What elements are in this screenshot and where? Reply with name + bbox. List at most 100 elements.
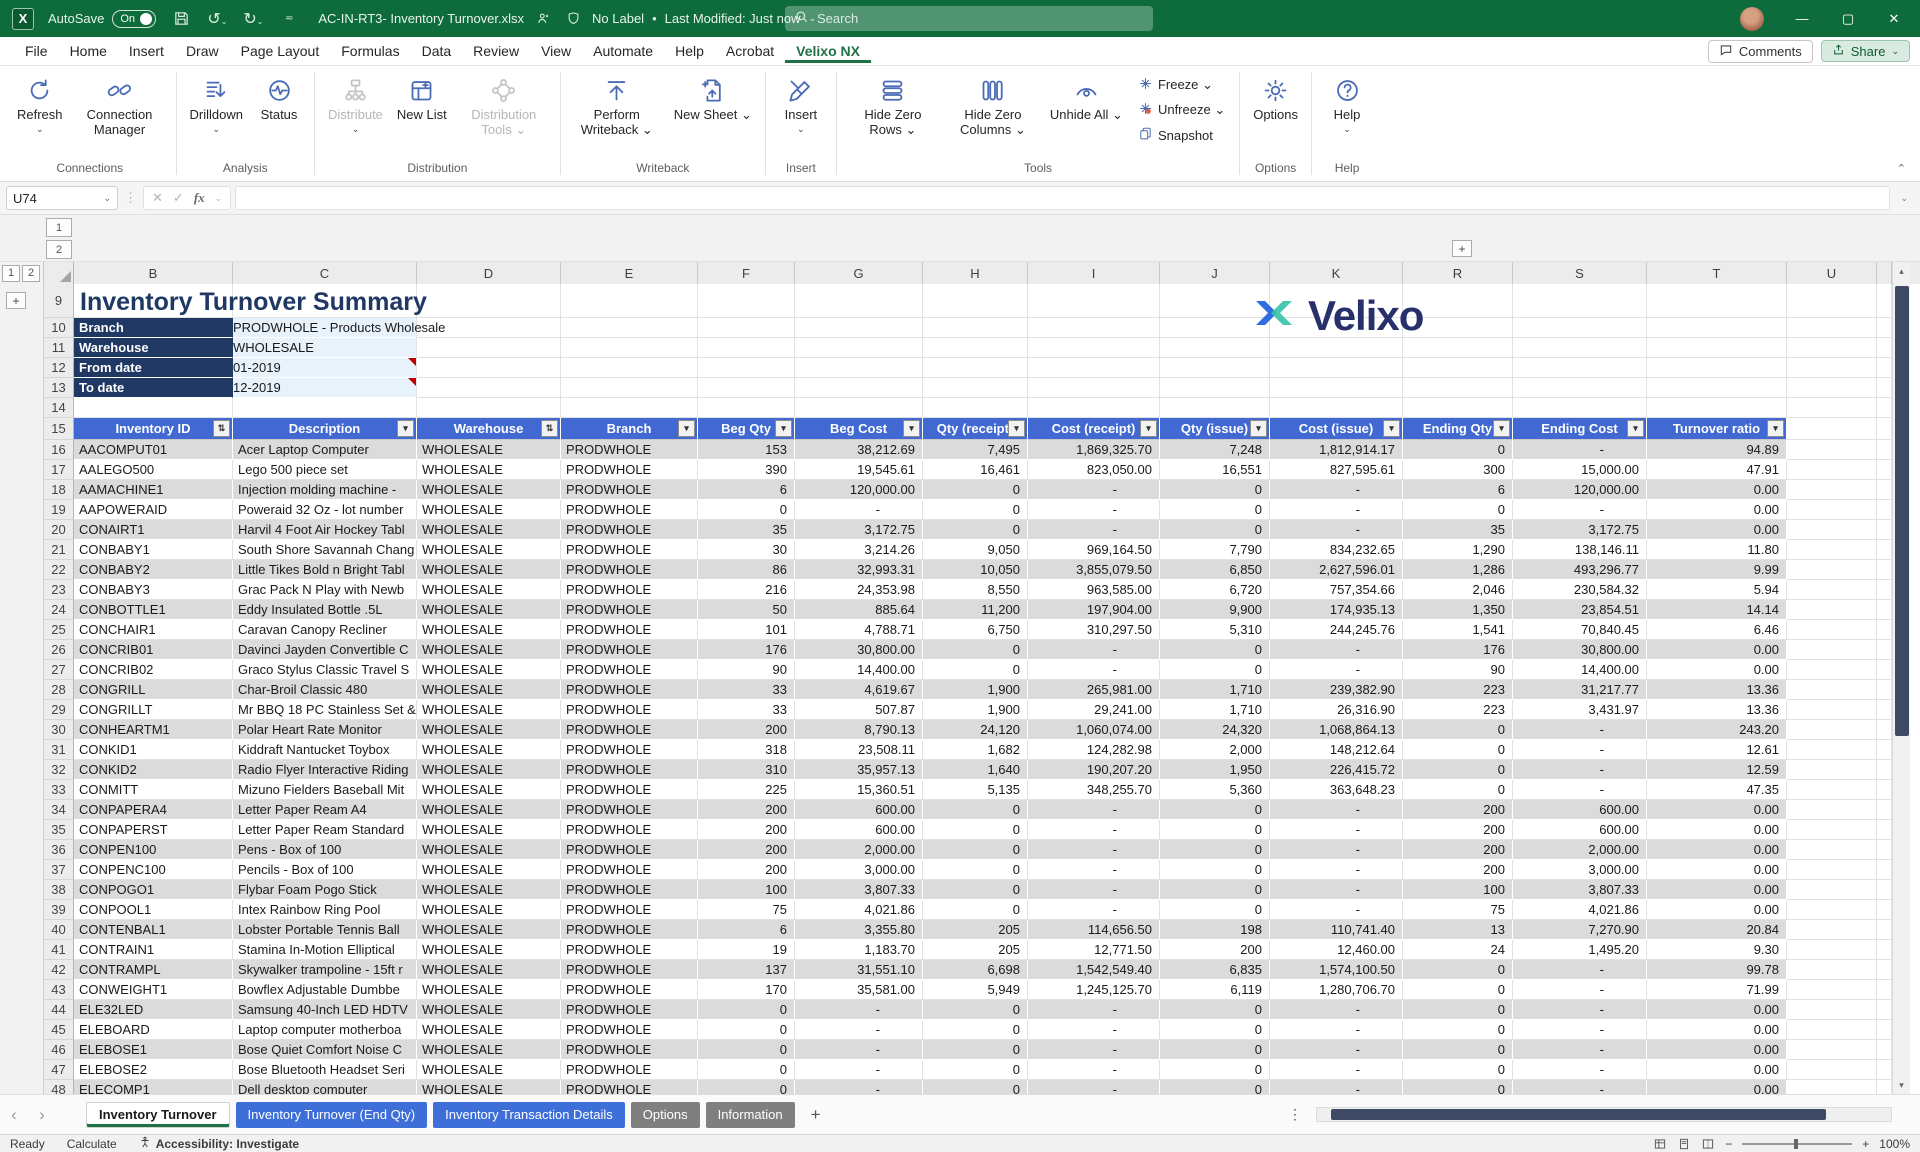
grid-cell[interactable]: 0 — [923, 1020, 1028, 1040]
grid-cell[interactable]: Pens - Box of 100 — [233, 840, 417, 860]
row-header-13[interactable]: 13 — [44, 378, 74, 398]
grid-cell[interactable]: 1,068,864.13 — [1270, 720, 1403, 740]
grid-cell[interactable]: Flybar Foam Pogo Stick — [233, 880, 417, 900]
grid-cell[interactable]: 5,360 — [1160, 780, 1270, 800]
grid-cell[interactable] — [1787, 560, 1877, 580]
grid-cell[interactable]: - — [1270, 880, 1403, 900]
grid-cell[interactable]: WHOLESALE — [417, 880, 561, 900]
ribbon-button-connection-manager[interactable]: Connection Manager — [70, 70, 170, 140]
table-header-qty-issue[interactable]: Qty (issue)▾ — [1160, 418, 1270, 440]
grid-cell[interactable]: - — [1513, 980, 1647, 1000]
grid-cell[interactable]: - — [1513, 720, 1647, 740]
grid-cell[interactable]: - — [1513, 1040, 1647, 1060]
table-header-branch[interactable]: Branch▾ — [561, 418, 698, 440]
grid-cell[interactable]: Stamina In-Motion Elliptical — [233, 940, 417, 960]
grid-cell[interactable]: - — [1028, 800, 1160, 820]
grid-cell[interactable] — [561, 284, 698, 318]
grid-cell[interactable]: 0 — [1160, 660, 1270, 680]
row-header-32[interactable]: 32 — [44, 760, 74, 780]
row-header-40[interactable]: 40 — [44, 920, 74, 940]
grid-cell[interactable]: 19 — [698, 940, 795, 960]
sheet-options-icon[interactable]: ⋮ — [1288, 1106, 1302, 1123]
grid-cell[interactable]: - — [1028, 900, 1160, 920]
grid-cell[interactable]: 1,950 — [1160, 760, 1270, 780]
grid-cell[interactable]: Letter Paper Ream Standard — [233, 820, 417, 840]
grid-cell[interactable] — [1647, 378, 1787, 398]
grid-cell[interactable]: 834,232.65 — [1270, 540, 1403, 560]
grid-cell[interactable]: PRODWHOLE — [561, 840, 698, 860]
table-header-cost-issue[interactable]: Cost (issue)▾ — [1270, 418, 1403, 440]
grid-cell[interactable]: CONPOOL1 — [74, 900, 233, 920]
grid-cell[interactable]: 757,354.66 — [1270, 580, 1403, 600]
row-header-28[interactable]: 28 — [44, 680, 74, 700]
grid-cell[interactable] — [795, 358, 923, 378]
grid-cell[interactable]: 223 — [1403, 680, 1513, 700]
grid-cell[interactable]: Laptop computer motherboa — [233, 1020, 417, 1040]
grid-cell[interactable]: 31,217.77 — [1513, 680, 1647, 700]
filter-button-branch[interactable]: ▾ — [678, 420, 695, 437]
grid-cell[interactable]: PRODWHOLE — [561, 440, 698, 460]
grid-cell[interactable] — [1787, 880, 1877, 900]
grid-cell[interactable] — [923, 358, 1028, 378]
row-header-34[interactable]: 34 — [44, 800, 74, 820]
grid-cell[interactable]: 190,207.20 — [1028, 760, 1160, 780]
grid-cell[interactable] — [1787, 720, 1877, 740]
grid-cell[interactable]: - — [1028, 880, 1160, 900]
grid-cell[interactable]: WHOLESALE — [417, 840, 561, 860]
collapse-ribbon-icon[interactable]: ⌃ — [1897, 162, 1906, 175]
grid-cell[interactable]: WHOLESALE — [417, 740, 561, 760]
grid-cell[interactable] — [1787, 1060, 1877, 1080]
grid-cell[interactable]: 0 — [1403, 960, 1513, 980]
grid-cell[interactable]: 205 — [923, 920, 1028, 940]
grid-cell[interactable] — [698, 338, 795, 358]
grid-cell[interactable]: 0 — [1160, 880, 1270, 900]
grid-cell[interactable] — [417, 338, 561, 358]
grid-cell[interactable] — [1787, 740, 1877, 760]
param-label-branch[interactable]: Branch — [74, 318, 233, 338]
grid-cell[interactable]: 0 — [1160, 1000, 1270, 1020]
grid-cell[interactable] — [795, 284, 923, 318]
grid-cell[interactable] — [923, 284, 1028, 318]
grid-cell[interactable]: WHOLESALE — [417, 620, 561, 640]
grid-cell[interactable] — [417, 398, 561, 418]
grid-cell[interactable]: 5,949 — [923, 980, 1028, 1000]
menu-tab-data[interactable]: Data — [411, 39, 463, 63]
grid-cell[interactable]: 32,993.31 — [795, 560, 923, 580]
row-header-44[interactable]: 44 — [44, 1000, 74, 1020]
param-value-from-date[interactable]: 01-2019 — [233, 358, 417, 378]
grid-cell[interactable]: - — [1028, 500, 1160, 520]
grid-cell[interactable]: - — [795, 1080, 923, 1094]
ribbon-button-status[interactable]: Status — [250, 70, 308, 125]
grid-cell[interactable]: 0 — [1403, 1020, 1513, 1040]
grid-cell[interactable] — [698, 284, 795, 318]
grid-cell[interactable]: 70,840.45 — [1513, 620, 1647, 640]
grid-cell[interactable] — [417, 284, 561, 318]
grid-cell[interactable]: 5.94 — [1647, 580, 1787, 600]
grid-cell[interactable]: 310 — [698, 760, 795, 780]
grid-cell[interactable]: 0 — [923, 1040, 1028, 1060]
grid-cell[interactable] — [1787, 1000, 1877, 1020]
grid-cell[interactable]: 265,981.00 — [1028, 680, 1160, 700]
user-avatar[interactable] — [1740, 7, 1764, 31]
ribbon-button-hide-zero-columns[interactable]: Hide Zero Columns ⌄ — [943, 70, 1043, 140]
grid-cell[interactable]: 29,241.00 — [1028, 700, 1160, 720]
grid-cell[interactable] — [1787, 540, 1877, 560]
grid-cell[interactable]: 90 — [698, 660, 795, 680]
enter-icon[interactable]: ✓ — [173, 190, 184, 206]
grid-cell[interactable]: CONKID1 — [74, 740, 233, 760]
grid-cell[interactable]: - — [1270, 480, 1403, 500]
grid-cell[interactable]: 71.99 — [1647, 980, 1787, 1000]
grid-cell[interactable]: 153 — [698, 440, 795, 460]
grid-cell[interactable]: WHOLESALE — [417, 820, 561, 840]
grid-cell[interactable] — [1787, 480, 1877, 500]
grid-cell[interactable] — [1028, 378, 1160, 398]
grid-cell[interactable]: 6 — [698, 480, 795, 500]
menu-tab-view[interactable]: View — [530, 39, 582, 63]
grid-cell[interactable]: 0 — [1403, 1040, 1513, 1060]
grid-cell[interactable]: ELEBOARD — [74, 1020, 233, 1040]
grid-cell[interactable]: 3,355.80 — [795, 920, 923, 940]
grid-cell[interactable]: - — [1028, 640, 1160, 660]
grid-cell[interactable]: 0 — [1160, 900, 1270, 920]
param-label-to-date[interactable]: To date — [74, 378, 233, 398]
grid-cell[interactable]: - — [1270, 500, 1403, 520]
